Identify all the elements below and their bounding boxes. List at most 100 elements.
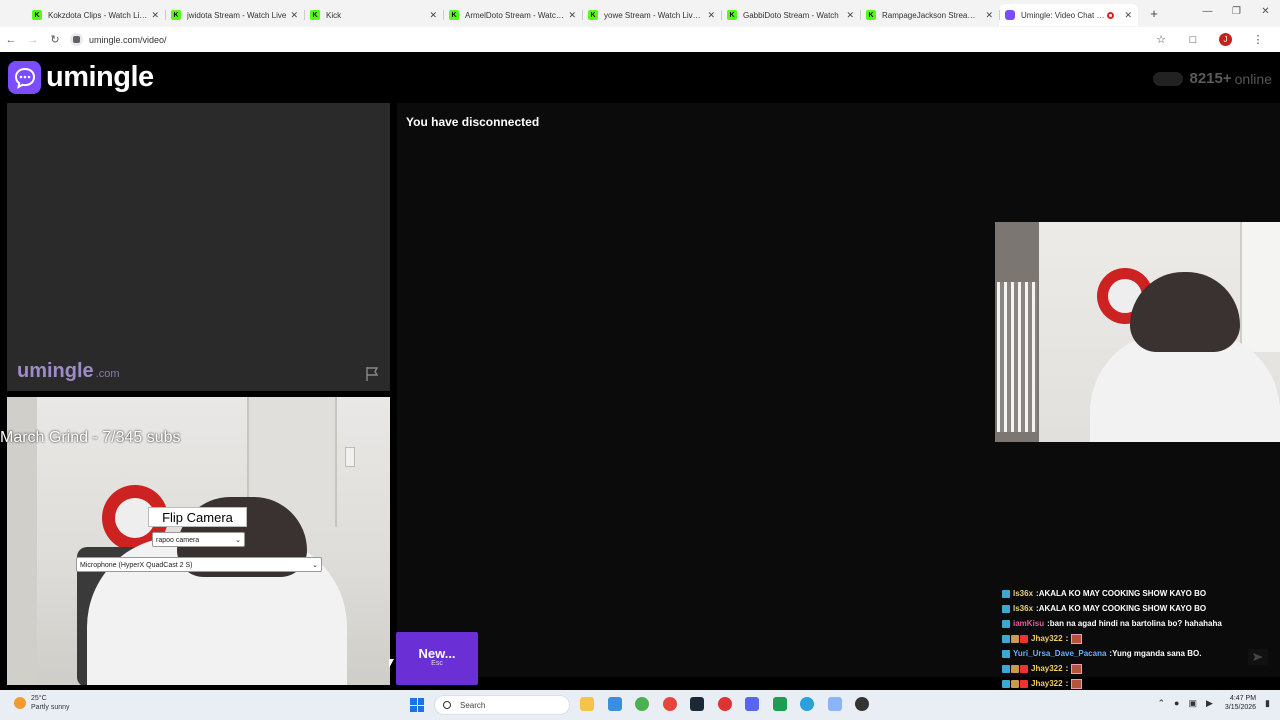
search-icon <box>443 701 451 709</box>
kick-favicon-icon: K <box>727 10 737 20</box>
site-info-icon[interactable] <box>70 33 83 46</box>
stream-title-overlay: March Grind - 7/345 subs <box>0 429 181 446</box>
site-logo[interactable]: umingle <box>8 61 154 94</box>
chat-username: iamKisu <box>1013 619 1045 628</box>
close-tab-icon[interactable]: ✕ <box>568 10 576 21</box>
tab-label: RampageJackson Stream - W <box>882 10 982 20</box>
camera-select[interactable]: rapoo camera ⌄ <box>152 532 245 547</box>
tab-label: ArmelDoto Stream - Watch L <box>465 10 565 20</box>
chat-message: ls36x: AKALA KO MAY COOKING SHOW KAYO BO <box>1002 601 1278 616</box>
chevron-down-icon: ⌄ <box>235 537 241 544</box>
tab-label: Kokzdota Clips - Watch Live <box>48 10 148 20</box>
subscriber-badge-icon <box>1002 664 1010 673</box>
microphone-icon[interactable]: ● <box>1174 698 1179 708</box>
tab-label: jwidota Stream - Watch Live <box>187 10 287 20</box>
new-tab-button[interactable]: + <box>1144 6 1164 21</box>
browser-tab[interactable]: Umingle: Video Chat with ✕ <box>999 4 1138 26</box>
close-tab-icon[interactable]: ✕ <box>707 10 715 21</box>
weather-temp: 25°C <box>31 695 47 702</box>
tab-strip: K Kokzdota Clips - Watch Live ✕ Kjwidota St… <box>26 1 1138 26</box>
browser-tab[interactable]: K Kick ✕ <box>304 4 443 26</box>
browser-tab[interactable]: K Kokzdota Clips - Watch Live ✕ <box>26 4 165 26</box>
browser-tab[interactable]: Kjwidota Stream - Watch Live ✕ <box>165 4 304 26</box>
emote-icon <box>1071 663 1083 674</box>
close-window-icon[interactable]: ✕ <box>1251 0 1280 24</box>
mouse-cursor <box>389 659 394 668</box>
chat-message: ls36x: AKALA KO MAY COOKING SHOW KAYO BO <box>1002 586 1278 601</box>
chat-username: Jhay322 <box>1031 634 1063 643</box>
close-tab-icon[interactable]: ✕ <box>846 10 854 21</box>
sun-icon <box>14 697 26 709</box>
minimize-icon[interactable]: — <box>1193 0 1222 24</box>
snipping-tool-icon[interactable] <box>827 697 842 711</box>
recording-icon <box>1107 11 1115 19</box>
system-tray: ⌃ ● ▣ ▶ 4:47 PM 3/15/2026 ▮ <box>1148 694 1270 712</box>
send-icon[interactable] <box>1248 649 1268 665</box>
tab-label: GabbiDoto Stream - Watch <box>743 10 839 20</box>
report-flag-icon[interactable] <box>365 366 381 382</box>
volume-icon[interactable]: ▶ <box>1206 698 1213 709</box>
close-tab-icon[interactable]: ✕ <box>290 10 298 21</box>
close-tab-icon[interactable]: ✕ <box>1124 10 1132 21</box>
tab-label: Umingle: Video Chat with <box>1021 10 1108 20</box>
clock[interactable]: 4:47 PM 3/15/2026 <box>1225 694 1256 712</box>
chat-username: Yuri_Ursa_Dave_Pacana <box>1013 649 1107 658</box>
notification-bell-icon[interactable]: ▮ <box>1265 698 1270 709</box>
telegram-icon[interactable] <box>800 697 814 711</box>
browser-tab[interactable]: Kyowe Stream - Watch Live o ✕ <box>582 4 721 26</box>
steam-icon[interactable] <box>690 697 704 711</box>
maximize-icon[interactable]: ❐ <box>1222 0 1251 24</box>
chat-username: Jhay322 <box>1031 664 1063 673</box>
watermark-domain: .com <box>95 368 120 380</box>
chat-text: AKALA KO MAY COOKING SHOW KAYO BO <box>1038 604 1207 613</box>
reload-icon[interactable]: ↻ <box>44 33 66 46</box>
chevron-down-icon: ⌄ <box>312 562 318 569</box>
url-field[interactable]: umingle.com/video/ <box>70 30 1145 50</box>
chrome-icon[interactable] <box>635 697 649 711</box>
browser-menu-icon[interactable]: ⋮ <box>1242 33 1274 46</box>
kick-favicon-icon: K <box>32 10 42 20</box>
chat-bubble-icon <box>8 61 41 94</box>
microphone-select[interactable]: Microphone (HyperX QuadCast 2 S) ⌄ <box>76 557 322 572</box>
window-controls: — ❐ ✕ <box>1193 0 1280 24</box>
close-tab-icon[interactable]: ✕ <box>429 10 437 21</box>
browser-tab[interactable]: K ArmelDoto Stream - Watch L ✕ <box>443 4 582 26</box>
forward-icon[interactable]: → <box>22 34 44 46</box>
chevron-up-icon[interactable]: ⌃ <box>1157 698 1165 709</box>
copilot-icon[interactable] <box>607 697 622 711</box>
chat-badge-icon <box>1020 664 1028 673</box>
address-bar-row: ← → ↻ umingle.com/video/ ☆ □ J ⋮ <box>0 27 1280 52</box>
weather-widget[interactable]: 25°C Partly sunny <box>14 694 70 712</box>
disconnect-message: You have disconnected <box>406 115 540 129</box>
subscriber-badge-icon <box>1002 589 1010 598</box>
bookmark-star-icon[interactable]: ☆ <box>1145 33 1177 46</box>
app-icon[interactable] <box>772 697 787 711</box>
new-chat-button[interactable]: New... Esc <box>396 632 478 685</box>
chat-username: ls36x <box>1013 604 1034 613</box>
extensions-icon[interactable]: □ <box>1177 34 1209 46</box>
back-icon[interactable]: ← <box>0 34 22 46</box>
clock-date: 3/15/2026 <box>1224 704 1257 711</box>
file-explorer-icon[interactable] <box>580 697 594 711</box>
subscriber-badge-icon <box>1002 604 1010 613</box>
profile-avatar[interactable]: J <box>1219 33 1232 46</box>
chrome-active-icon[interactable] <box>717 697 732 711</box>
obs-icon[interactable] <box>855 697 869 711</box>
subscriber-badge-icon <box>1002 619 1010 628</box>
chrome-profile-icon[interactable] <box>662 697 677 711</box>
taskbar-search[interactable]: Search <box>434 695 570 715</box>
close-tab-icon[interactable]: ✕ <box>985 10 993 21</box>
browser-tab-bar: K Kokzdota Clips - Watch Live ✕ Kjwidota St… <box>0 0 1280 27</box>
flip-camera-button[interactable]: Flip Camera <box>148 507 247 527</box>
close-tab-icon[interactable]: ✕ <box>151 10 159 21</box>
chat-badge-icon <box>1020 679 1028 688</box>
chat-badge-icon <box>1011 679 1019 688</box>
discord-icon[interactable] <box>745 697 759 711</box>
url-text: umingle.com/video/ <box>89 34 167 45</box>
tab-label: Kick <box>326 10 342 20</box>
windows-start-icon[interactable] <box>410 698 424 712</box>
browser-tab[interactable]: K GabbiDoto Stream - Watch ✕ <box>721 4 860 26</box>
online-toggle[interactable] <box>1153 71 1184 86</box>
network-icon[interactable]: ▣ <box>1188 698 1197 709</box>
browser-tab[interactable]: K RampageJackson Stream - W ✕ <box>860 4 999 26</box>
